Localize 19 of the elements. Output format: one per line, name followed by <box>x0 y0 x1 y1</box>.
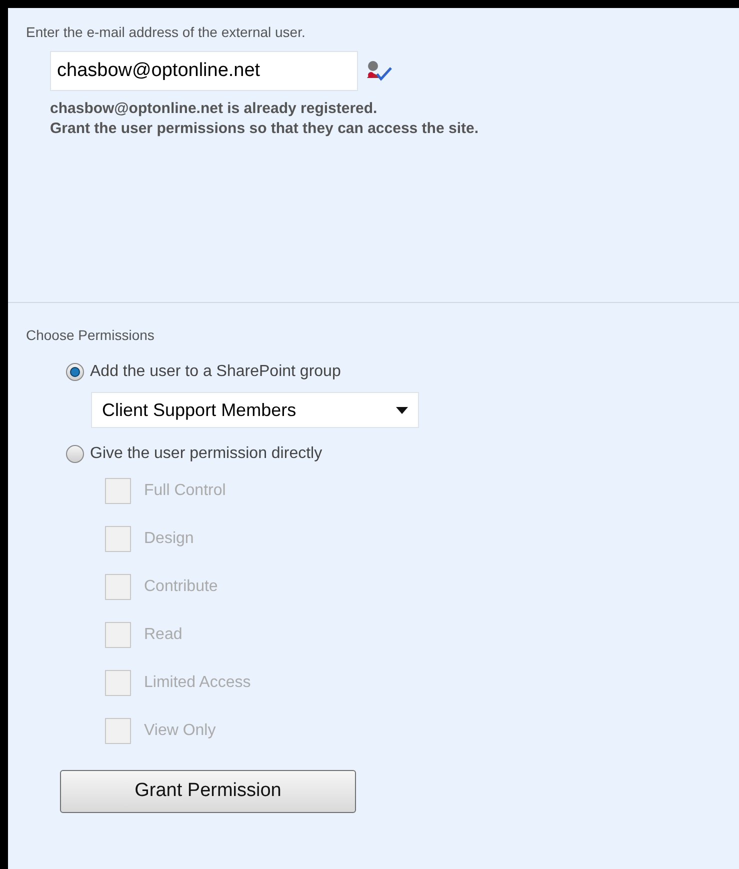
radio-button[interactable] <box>66 363 84 381</box>
grant-permission-button[interactable]: Grant Permission <box>60 770 356 813</box>
caret-icon <box>396 406 408 414</box>
checkbox-label: Full Control <box>144 481 226 501</box>
status-message: chasbow@optonline.net is already registered. <box>50 99 378 119</box>
radio-label: Add the user to a SharePoint group <box>90 362 341 382</box>
checkbox-label: View Only <box>144 721 216 741</box>
checkbox-label: Design <box>144 529 194 549</box>
checkbox-label: Limited Access <box>144 673 251 693</box>
group-dropdown[interactable]: Client Support Members <box>91 392 419 428</box>
email-field[interactable]: chasbow@optonline.net <box>50 51 358 91</box>
radio-label: Give the user permission directly <box>90 444 322 464</box>
radio-button[interactable] <box>66 445 84 463</box>
section-title: Choose Permissions <box>26 326 156 345</box>
user-check-icon[interactable] <box>366 60 392 82</box>
checkbox-label: Contribute <box>144 577 218 597</box>
checkbox-label: Read <box>144 625 182 645</box>
status-message: Grant the user permissions so that they can access the site. <box>50 119 480 139</box>
field-label: Enter the e-mail address of the external user. <box>26 23 306 42</box>
